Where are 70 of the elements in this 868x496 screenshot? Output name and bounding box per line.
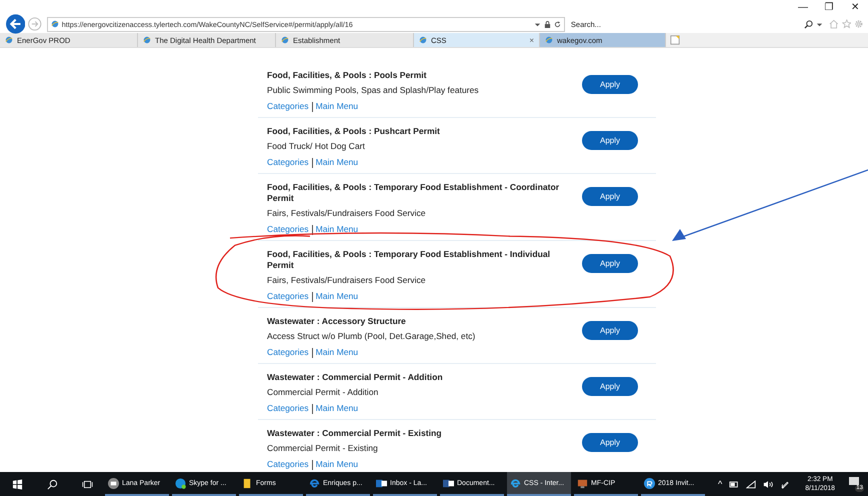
chat-icon (108, 478, 119, 488)
remote-icon (644, 478, 655, 488)
main-menu-link[interactable]: Main Menu (316, 459, 358, 470)
volume-icon[interactable] (763, 480, 774, 488)
categories-link[interactable]: Categories (267, 101, 309, 112)
skype-icon (175, 478, 186, 488)
main-menu-link[interactable]: Main Menu (316, 101, 358, 112)
permit-description: Fairs, Festivals/Fundraisers Food Service (267, 275, 427, 286)
page-icon (5, 36, 13, 44)
search-icon[interactable] (804, 20, 814, 28)
permit-description: Commercial Permit - Existing (267, 443, 379, 454)
permit-title: Food, Facilities, & Pools : Pools Permit (267, 70, 428, 81)
apply-button[interactable]: Apply (582, 131, 638, 150)
window-control[interactable]: ✕ (842, 0, 868, 16)
permit-title: Food, Facilities, & Pools : Pushcart Permit (267, 126, 441, 137)
apply-button[interactable]: Apply (582, 321, 638, 340)
refresh-icon[interactable] (554, 20, 561, 28)
permit-title: Food, Facilities, & Pools : Temporary Food Establishment - Individual Permit (267, 249, 551, 271)
permit-description: Fairs, Festivals/Fundraisers Food Service (267, 208, 427, 219)
categories-link[interactable]: Categories (267, 403, 309, 414)
star-icon[interactable] (842, 19, 852, 29)
battery-icon[interactable] (729, 480, 740, 488)
search-icon[interactable] (47, 478, 58, 490)
dropdown-icon[interactable] (534, 20, 541, 28)
categories-link[interactable]: Categories (267, 459, 309, 470)
apply-button[interactable]: Apply (582, 377, 638, 396)
browser-icon (510, 478, 521, 488)
apply-button[interactable]: Apply (582, 187, 638, 206)
categories-link[interactable]: Categories (267, 224, 309, 235)
page-icon (281, 36, 289, 44)
document-icon (443, 478, 454, 488)
document-icon (376, 478, 387, 488)
main-menu-link[interactable]: Main Menu (316, 291, 358, 302)
folder-icon (242, 478, 253, 488)
window-control[interactable]: ❐ (816, 0, 842, 16)
permit-description: Commercial Permit - Addition (267, 387, 380, 398)
main-menu-link[interactable]: Main Menu (316, 347, 358, 358)
wifi-icon[interactable] (746, 480, 756, 488)
new-tab-icon[interactable] (670, 35, 680, 45)
pen-icon[interactable] (780, 480, 790, 488)
page-icon (143, 36, 151, 44)
main-menu-link[interactable]: Main Menu (316, 403, 358, 414)
main-menu-link[interactable]: Main Menu (316, 224, 358, 235)
dropdown-icon[interactable] (816, 20, 824, 28)
task-view-icon[interactable] (82, 478, 93, 490)
page-icon (50, 20, 59, 28)
permit-title: Wastewater : Accessory Structure (267, 316, 407, 327)
permit-description: Food Truck/ Hot Dog Cart (267, 141, 366, 152)
main-menu-link[interactable]: Main Menu (316, 157, 358, 168)
categories-link[interactable]: Categories (267, 157, 309, 168)
lock-icon (544, 20, 551, 28)
page-icon (545, 36, 553, 44)
back-button[interactable] (6, 14, 26, 34)
permit-description: Access Struct w/o Plumb (Pool, Det.Garage,Shed, etc) (267, 331, 476, 342)
tray-chevron[interactable]: ^ (718, 479, 722, 489)
apply-button[interactable]: Apply (582, 433, 638, 452)
close-tab-button[interactable]: × (529, 36, 534, 44)
permit-title: Food, Facilities, & Pools : Temporary Food Establishment - Coordinator Permit (267, 182, 560, 204)
categories-link[interactable]: Categories (267, 347, 309, 358)
permit-title: Wastewater : Commercial Permit - Existing (267, 428, 442, 439)
apply-button[interactable]: Apply (582, 254, 638, 273)
apply-button[interactable]: Apply (582, 75, 638, 94)
browser-icon (309, 478, 320, 488)
permit-description: Public Swimming Pools, Spas and Splash/Play features (267, 85, 480, 96)
start-icon[interactable] (12, 478, 23, 490)
permit-title: Wastewater : Commercial Permit - Addition (267, 372, 444, 383)
window-control[interactable]: — (790, 0, 816, 16)
monitor-icon (577, 478, 588, 488)
categories-link[interactable]: Categories (267, 291, 309, 302)
page-icon (419, 36, 427, 44)
